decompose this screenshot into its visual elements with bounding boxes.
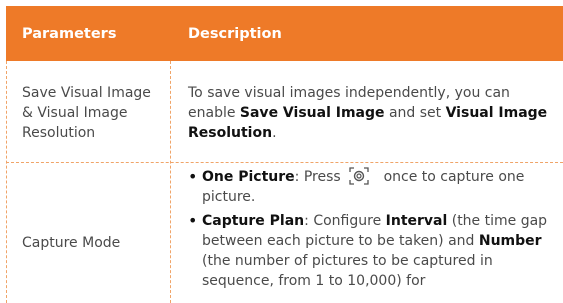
desc-text: and set (384, 105, 446, 121)
desc-bold: Interval (385, 213, 448, 229)
bullet-one-picture: One Picture: Press once to capture one p… (188, 167, 558, 207)
description-cell: One Picture: Press once to capture one p… (188, 167, 558, 291)
table-row: Capture Mode One Picture: Press once to … (6, 163, 563, 303)
desc-bold: Save Visual Image (239, 105, 385, 121)
header-description: Description (188, 26, 282, 42)
desc-bold: One Picture (202, 169, 295, 185)
desc-text: : Configure (304, 213, 386, 229)
table-header: Parameters Description (6, 6, 563, 61)
desc-text: . (272, 125, 277, 141)
header-parameters: Parameters (22, 26, 117, 42)
param-cell: Save Visual Image & Visual Image Resolut… (22, 85, 151, 141)
param-cell: Capture Mode (22, 235, 121, 251)
bullet-capture-plan: Capture Plan: Configure Interval (the ti… (188, 211, 558, 291)
desc-text: : Press (294, 169, 346, 185)
table-row: Save Visual Image & Visual Image Resolut… (6, 61, 563, 163)
parameter-table: Parameters Description Save Visual Image… (6, 6, 563, 303)
desc-text: (the number of pictures to be captured i… (202, 253, 493, 289)
description-cell: To save visual images independently, you… (188, 83, 558, 143)
capture-button-icon (349, 167, 369, 185)
desc-bold: Number (478, 233, 542, 249)
desc-bold: Capture Plan (202, 213, 305, 229)
